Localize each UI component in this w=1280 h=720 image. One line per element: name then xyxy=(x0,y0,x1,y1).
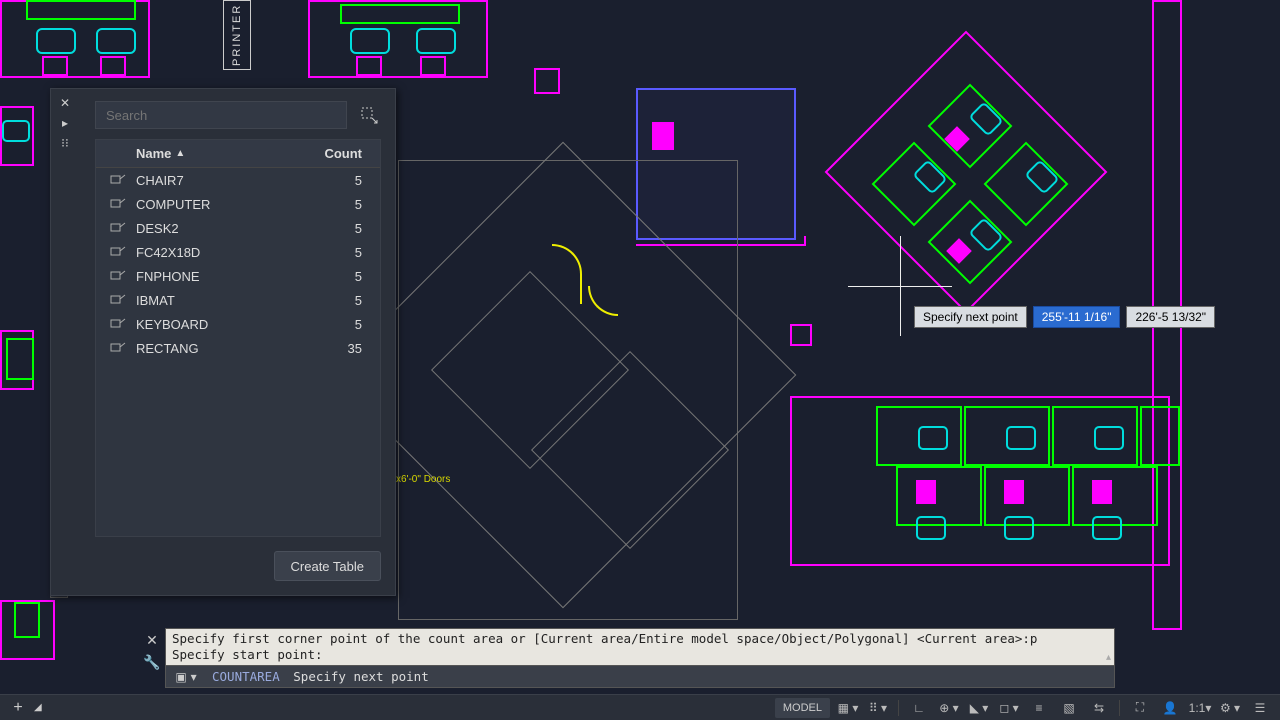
row-name: FC42X18D xyxy=(136,245,310,260)
table-row[interactable]: FNPHONE5 xyxy=(96,264,380,288)
block-icon xyxy=(110,173,128,187)
command-keyword: COUNTAREA xyxy=(212,669,280,684)
commandline-dropdown-icon[interactable]: ▾ xyxy=(191,670,197,684)
transparency-icon[interactable]: ▧ xyxy=(1057,698,1081,718)
row-count: 5 xyxy=(310,197,380,212)
crosshair-vertical xyxy=(900,236,901,336)
table-row[interactable]: FC42X18D5 xyxy=(96,240,380,264)
model-space-button[interactable]: MODEL xyxy=(775,698,830,718)
block-icon xyxy=(110,269,128,283)
cycling-icon[interactable]: ⇆ xyxy=(1087,698,1111,718)
dynamic-input-x[interactable]: 255'-11 1/16" xyxy=(1033,306,1121,328)
polar-icon[interactable]: ⊕ ▾ xyxy=(937,698,961,718)
column-header-count[interactable]: Count xyxy=(310,146,380,161)
lineweight-icon[interactable]: ≡ xyxy=(1027,698,1051,718)
commandline-prompt-icon: ▣ xyxy=(175,670,186,684)
command-input[interactable]: ▣ ▾ COUNTAREA Specify next point ▴ xyxy=(165,666,1115,688)
ortho-icon[interactable]: ∟ xyxy=(907,698,931,718)
layout-add-icon[interactable]: + xyxy=(8,699,28,717)
count-table: Name ▲ Count CHAIR75COMPUTER5DESK25FC42X… xyxy=(95,139,381,537)
count-panel: ✕ ▸ ⁝⁝ Name ▲ Count CHAI xyxy=(50,88,396,596)
command-scroll-up-icon[interactable]: ▴ xyxy=(1106,652,1111,663)
row-count: 5 xyxy=(310,269,380,284)
pin-icon[interactable]: ▸ xyxy=(59,117,71,129)
row-count: 5 xyxy=(310,317,380,332)
row-name: CHAIR7 xyxy=(136,173,310,188)
search-input[interactable] xyxy=(95,101,347,129)
block-icon xyxy=(110,245,128,259)
selection-area-icon[interactable] xyxy=(357,103,381,127)
dynamic-prompt: Specify next point xyxy=(914,306,1027,328)
snap-icon[interactable]: ⠿ ▾ xyxy=(866,698,890,718)
row-name: COMPUTER xyxy=(136,197,310,212)
block-icon xyxy=(110,341,128,355)
commandline-close-icon[interactable]: ✕ xyxy=(143,632,161,650)
table-row[interactable]: DESK25 xyxy=(96,216,380,240)
dynamic-input-y[interactable]: 226'-5 13/32" xyxy=(1126,306,1215,328)
row-count: 5 xyxy=(310,293,380,308)
status-bar: + ◢ MODEL ▦ ▾ ⠿ ▾ ∟ ⊕ ▾ ◣ ▾ ◻ ▾ ≡ ▧ ⇆ ⛶ … xyxy=(0,694,1280,720)
row-count: 5 xyxy=(310,173,380,188)
column-header-name[interactable]: Name ▲ xyxy=(96,146,310,161)
workspace-gear-icon[interactable]: ⚙ ▾ xyxy=(1218,698,1242,718)
customization-menu-icon[interactable]: ☰ xyxy=(1248,698,1272,718)
door-dimension-label: x6'-0" Doors xyxy=(396,474,450,485)
printer-block-label: PRINTER xyxy=(223,0,251,70)
row-name: IBMAT xyxy=(136,293,310,308)
table-row[interactable]: COMPUTER5 xyxy=(96,192,380,216)
row-name: FNPHONE xyxy=(136,269,310,284)
block-icon xyxy=(110,317,128,331)
table-row[interactable]: KEYBOARD5 xyxy=(96,312,380,336)
annotation-visibility-icon[interactable]: 👤 xyxy=(1158,698,1182,718)
dynamic-input-tooltip: Specify next point 255'-11 1/16" 226'-5 … xyxy=(914,306,1215,328)
table-row[interactable]: RECTANG35 xyxy=(96,336,380,360)
isoplane-icon[interactable]: ◣ ▾ xyxy=(967,698,991,718)
row-name: RECTANG xyxy=(136,341,310,356)
layout-quick-icon[interactable]: ◢ xyxy=(34,702,42,713)
close-icon[interactable]: ✕ xyxy=(59,97,71,109)
row-count: 35 xyxy=(310,341,380,356)
table-row[interactable]: IBMAT5 xyxy=(96,288,380,312)
command-history: Specify first corner point of the count … xyxy=(165,628,1115,666)
table-row[interactable]: CHAIR75 xyxy=(96,168,380,192)
block-icon xyxy=(110,221,128,235)
command-prompt-text: Specify next point xyxy=(293,669,428,684)
row-count: 5 xyxy=(310,245,380,260)
commandline-wrench-icon[interactable]: 🔧 xyxy=(143,654,161,672)
menu-icon[interactable]: ⁝⁝ xyxy=(59,137,71,149)
block-icon xyxy=(110,197,128,211)
row-name: KEYBOARD xyxy=(136,317,310,332)
row-count: 5 xyxy=(310,221,380,236)
scale-ratio[interactable]: 1:1 ▾ xyxy=(1188,698,1212,718)
block-icon xyxy=(110,293,128,307)
row-name: DESK2 xyxy=(136,221,310,236)
sort-ascending-icon: ▲ xyxy=(175,148,185,159)
command-line: ✕ 🔧 Specify first corner point of the co… xyxy=(165,628,1115,688)
create-table-button[interactable]: Create Table xyxy=(274,551,381,581)
grid-icon[interactable]: ▦ ▾ xyxy=(836,698,860,718)
osnap-icon[interactable]: ◻ ▾ xyxy=(997,698,1021,718)
annotation-scale-icon[interactable]: ⛶ xyxy=(1128,698,1152,718)
